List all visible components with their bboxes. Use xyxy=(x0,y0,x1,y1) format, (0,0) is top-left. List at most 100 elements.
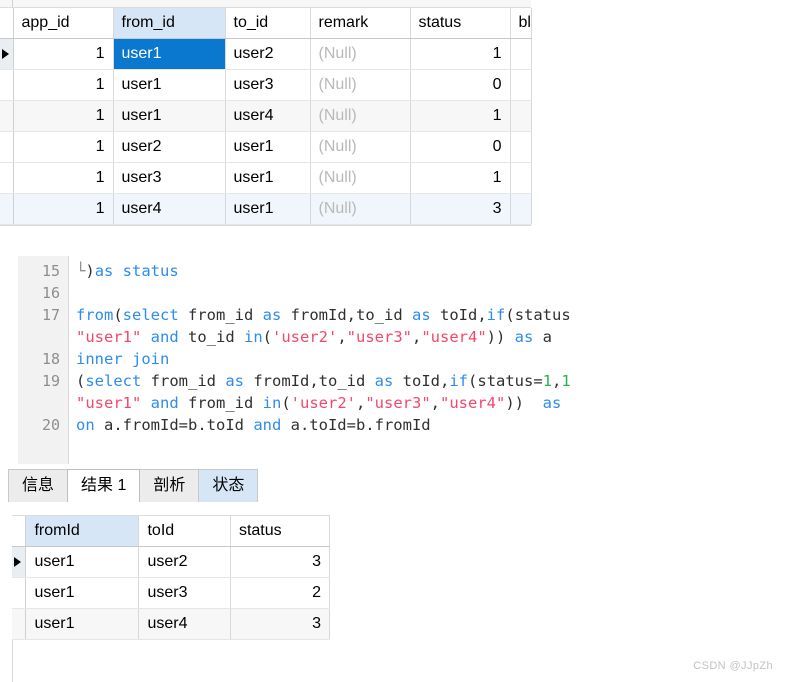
cell-app-id[interactable]: 1 xyxy=(13,69,114,101)
cell-from-id[interactable]: user4 xyxy=(113,193,226,225)
cell-status[interactable]: 3 xyxy=(410,193,511,225)
code-text[interactable]: (select from_id as fromId,to_id as toId,… xyxy=(68,370,571,392)
column-header-app-id[interactable]: app_id xyxy=(13,8,114,39)
table-row[interactable]: 1 user1 user2 (Null) 1 xyxy=(0,38,532,70)
code-text[interactable]: from(select from_id as fromId,to_id as t… xyxy=(68,304,571,326)
editor-line-20[interactable]: 20 on a.fromId=b.toId and a.toId=b.fromI… xyxy=(0,414,785,436)
cell-to-id[interactable]: user3 xyxy=(225,69,311,101)
code-text-wrapped[interactable]: "user1" and from_id in('user2',"user3","… xyxy=(68,392,561,414)
column-header-from-id[interactable]: from_id xyxy=(113,8,226,39)
editor-line-17-wrap[interactable]: "user1" and to_id in('user2',"user3","us… xyxy=(0,326,785,348)
editor-line-19[interactable]: 19 (select from_id as fromId,to_id as to… xyxy=(0,370,785,392)
cell-status[interactable]: 2 xyxy=(230,577,331,609)
editor-line-15[interactable]: 15 └)as status xyxy=(0,260,785,282)
cell-app-id[interactable]: 1 xyxy=(13,131,114,163)
cell-fromid[interactable]: user1 xyxy=(25,546,140,578)
cell-remark[interactable]: (Null) xyxy=(310,69,411,101)
cell-fromid[interactable]: user1 xyxy=(25,577,140,609)
column-header-remark[interactable]: remark xyxy=(310,8,411,39)
editor-line-17[interactable]: 17 from(select from_id as fromId,to_id a… xyxy=(0,304,785,326)
code-text-wrapped[interactable]: "user1" and to_id in('user2',"user3","us… xyxy=(68,326,552,348)
table-row[interactable]: user1 user3 2 xyxy=(12,577,331,609)
editor-line-18[interactable]: 18 inner join xyxy=(0,348,785,370)
sql-editor[interactable]: 15 └)as status 16 17 from(select from_id… xyxy=(0,256,785,464)
source-grid-table[interactable]: app_id from_id to_id remark status bla 1… xyxy=(0,8,532,225)
cell-status[interactable]: 0 xyxy=(410,69,511,101)
column-header-to-id[interactable]: to_id xyxy=(225,8,311,39)
code-text[interactable]: └)as status xyxy=(68,260,179,282)
cell-from-id[interactable]: user1 xyxy=(113,100,226,132)
cell-status[interactable]: 1 xyxy=(410,162,511,194)
row-selector-cell[interactable] xyxy=(0,131,14,163)
cell-status[interactable]: 1 xyxy=(410,100,511,132)
cell-remark[interactable]: (Null) xyxy=(310,193,411,225)
result-grid-table[interactable]: fromId toId status user1 user2 3 user1 u… xyxy=(12,516,331,640)
cell-fromid[interactable]: user1 xyxy=(25,608,140,640)
row-selector-cell[interactable] xyxy=(12,546,27,578)
cell-status[interactable]: 3 xyxy=(230,608,331,640)
row-selector-cell[interactable] xyxy=(12,577,27,609)
tab-status[interactable]: 状态 xyxy=(198,469,259,502)
tab-profile[interactable]: 剖析 xyxy=(139,469,200,502)
table-row[interactable]: 1 user4 user1 (Null) 3 xyxy=(0,193,532,225)
cell-bla[interactable] xyxy=(510,100,532,132)
cell-status[interactable]: 0 xyxy=(410,131,511,163)
table-row[interactable]: 1 user3 user1 (Null) 1 xyxy=(0,162,532,194)
source-data-grid[interactable]: app_id from_id to_id remark status bla 1… xyxy=(0,0,532,231)
cell-to-id[interactable]: user2 xyxy=(225,38,311,70)
cell-from-id[interactable]: user2 xyxy=(113,131,226,163)
result-data-grid[interactable]: fromId toId status user1 user2 3 user1 u… xyxy=(12,511,331,640)
cell-to-id[interactable]: user1 xyxy=(225,193,311,225)
tab-result-1[interactable]: 结果 1 xyxy=(67,469,141,502)
table-row[interactable]: 1 user2 user1 (Null) 0 xyxy=(0,131,532,163)
cell-toid[interactable]: user4 xyxy=(138,608,231,640)
cell-to-id[interactable]: user4 xyxy=(225,100,311,132)
cell-remark[interactable]: (Null) xyxy=(310,100,411,132)
cell-bla[interactable] xyxy=(510,193,532,225)
fold-end-marker-icon[interactable]: └ xyxy=(76,262,85,280)
cell-from-id[interactable]: user3 xyxy=(113,162,226,194)
row-selector-cell[interactable] xyxy=(0,38,14,70)
table-row[interactable]: 1 user1 user3 (Null) 0 xyxy=(0,69,532,101)
column-header-status[interactable]: status xyxy=(230,516,331,547)
cell-bla[interactable] xyxy=(510,38,532,70)
cell-toid[interactable]: user2 xyxy=(138,546,231,578)
cell-bla[interactable] xyxy=(510,162,532,194)
row-selector-cell[interactable] xyxy=(12,608,27,640)
editor-lines[interactable]: 15 └)as status 16 17 from(select from_id… xyxy=(0,260,785,436)
column-header-bla[interactable]: bla xyxy=(510,8,532,39)
tab-info[interactable]: 信息 xyxy=(8,469,69,502)
cell-app-id[interactable]: 1 xyxy=(13,193,114,225)
result-pane-tabbar[interactable]: 信息 结果 1 剖析 状态 xyxy=(0,466,785,502)
column-header-toid[interactable]: toId xyxy=(138,516,231,547)
cell-remark[interactable]: (Null) xyxy=(310,162,411,194)
cell-to-id[interactable]: user1 xyxy=(225,162,311,194)
code-text[interactable]: inner join xyxy=(68,348,169,370)
cell-bla[interactable] xyxy=(510,69,532,101)
editor-line-16[interactable]: 16 xyxy=(0,282,785,304)
cell-app-id[interactable]: 1 xyxy=(13,162,114,194)
cell-toid[interactable]: user3 xyxy=(138,577,231,609)
cell-app-id[interactable]: 1 xyxy=(13,100,114,132)
editor-line-19-wrap[interactable]: "user1" and from_id in('user2',"user3","… xyxy=(0,392,785,414)
table-row[interactable]: user1 user2 3 xyxy=(12,546,331,578)
table-row[interactable]: user1 user4 3 xyxy=(12,608,331,640)
cell-bla[interactable] xyxy=(510,131,532,163)
column-header-fromid[interactable]: fromId xyxy=(25,516,140,547)
row-selector-cell[interactable] xyxy=(0,100,14,132)
column-header-status[interactable]: status xyxy=(410,8,511,39)
cell-app-id[interactable]: 1 xyxy=(13,38,114,70)
table-row[interactable]: 1 user1 user4 (Null) 1 xyxy=(0,100,532,132)
code-text[interactable]: on a.fromId=b.toId and a.toId=b.fromId xyxy=(68,414,431,436)
row-selector-cell[interactable] xyxy=(0,69,14,101)
grid-top-strip xyxy=(0,0,531,8)
cell-status[interactable]: 1 xyxy=(410,38,511,70)
cell-from-id[interactable]: user1 xyxy=(113,38,226,70)
row-selector-cell[interactable] xyxy=(0,162,14,194)
cell-remark[interactable]: (Null) xyxy=(310,38,411,70)
cell-status[interactable]: 3 xyxy=(230,546,331,578)
cell-from-id[interactable]: user1 xyxy=(113,69,226,101)
cell-to-id[interactable]: user1 xyxy=(225,131,311,163)
cell-remark[interactable]: (Null) xyxy=(310,131,411,163)
row-selector-cell[interactable] xyxy=(0,193,14,225)
